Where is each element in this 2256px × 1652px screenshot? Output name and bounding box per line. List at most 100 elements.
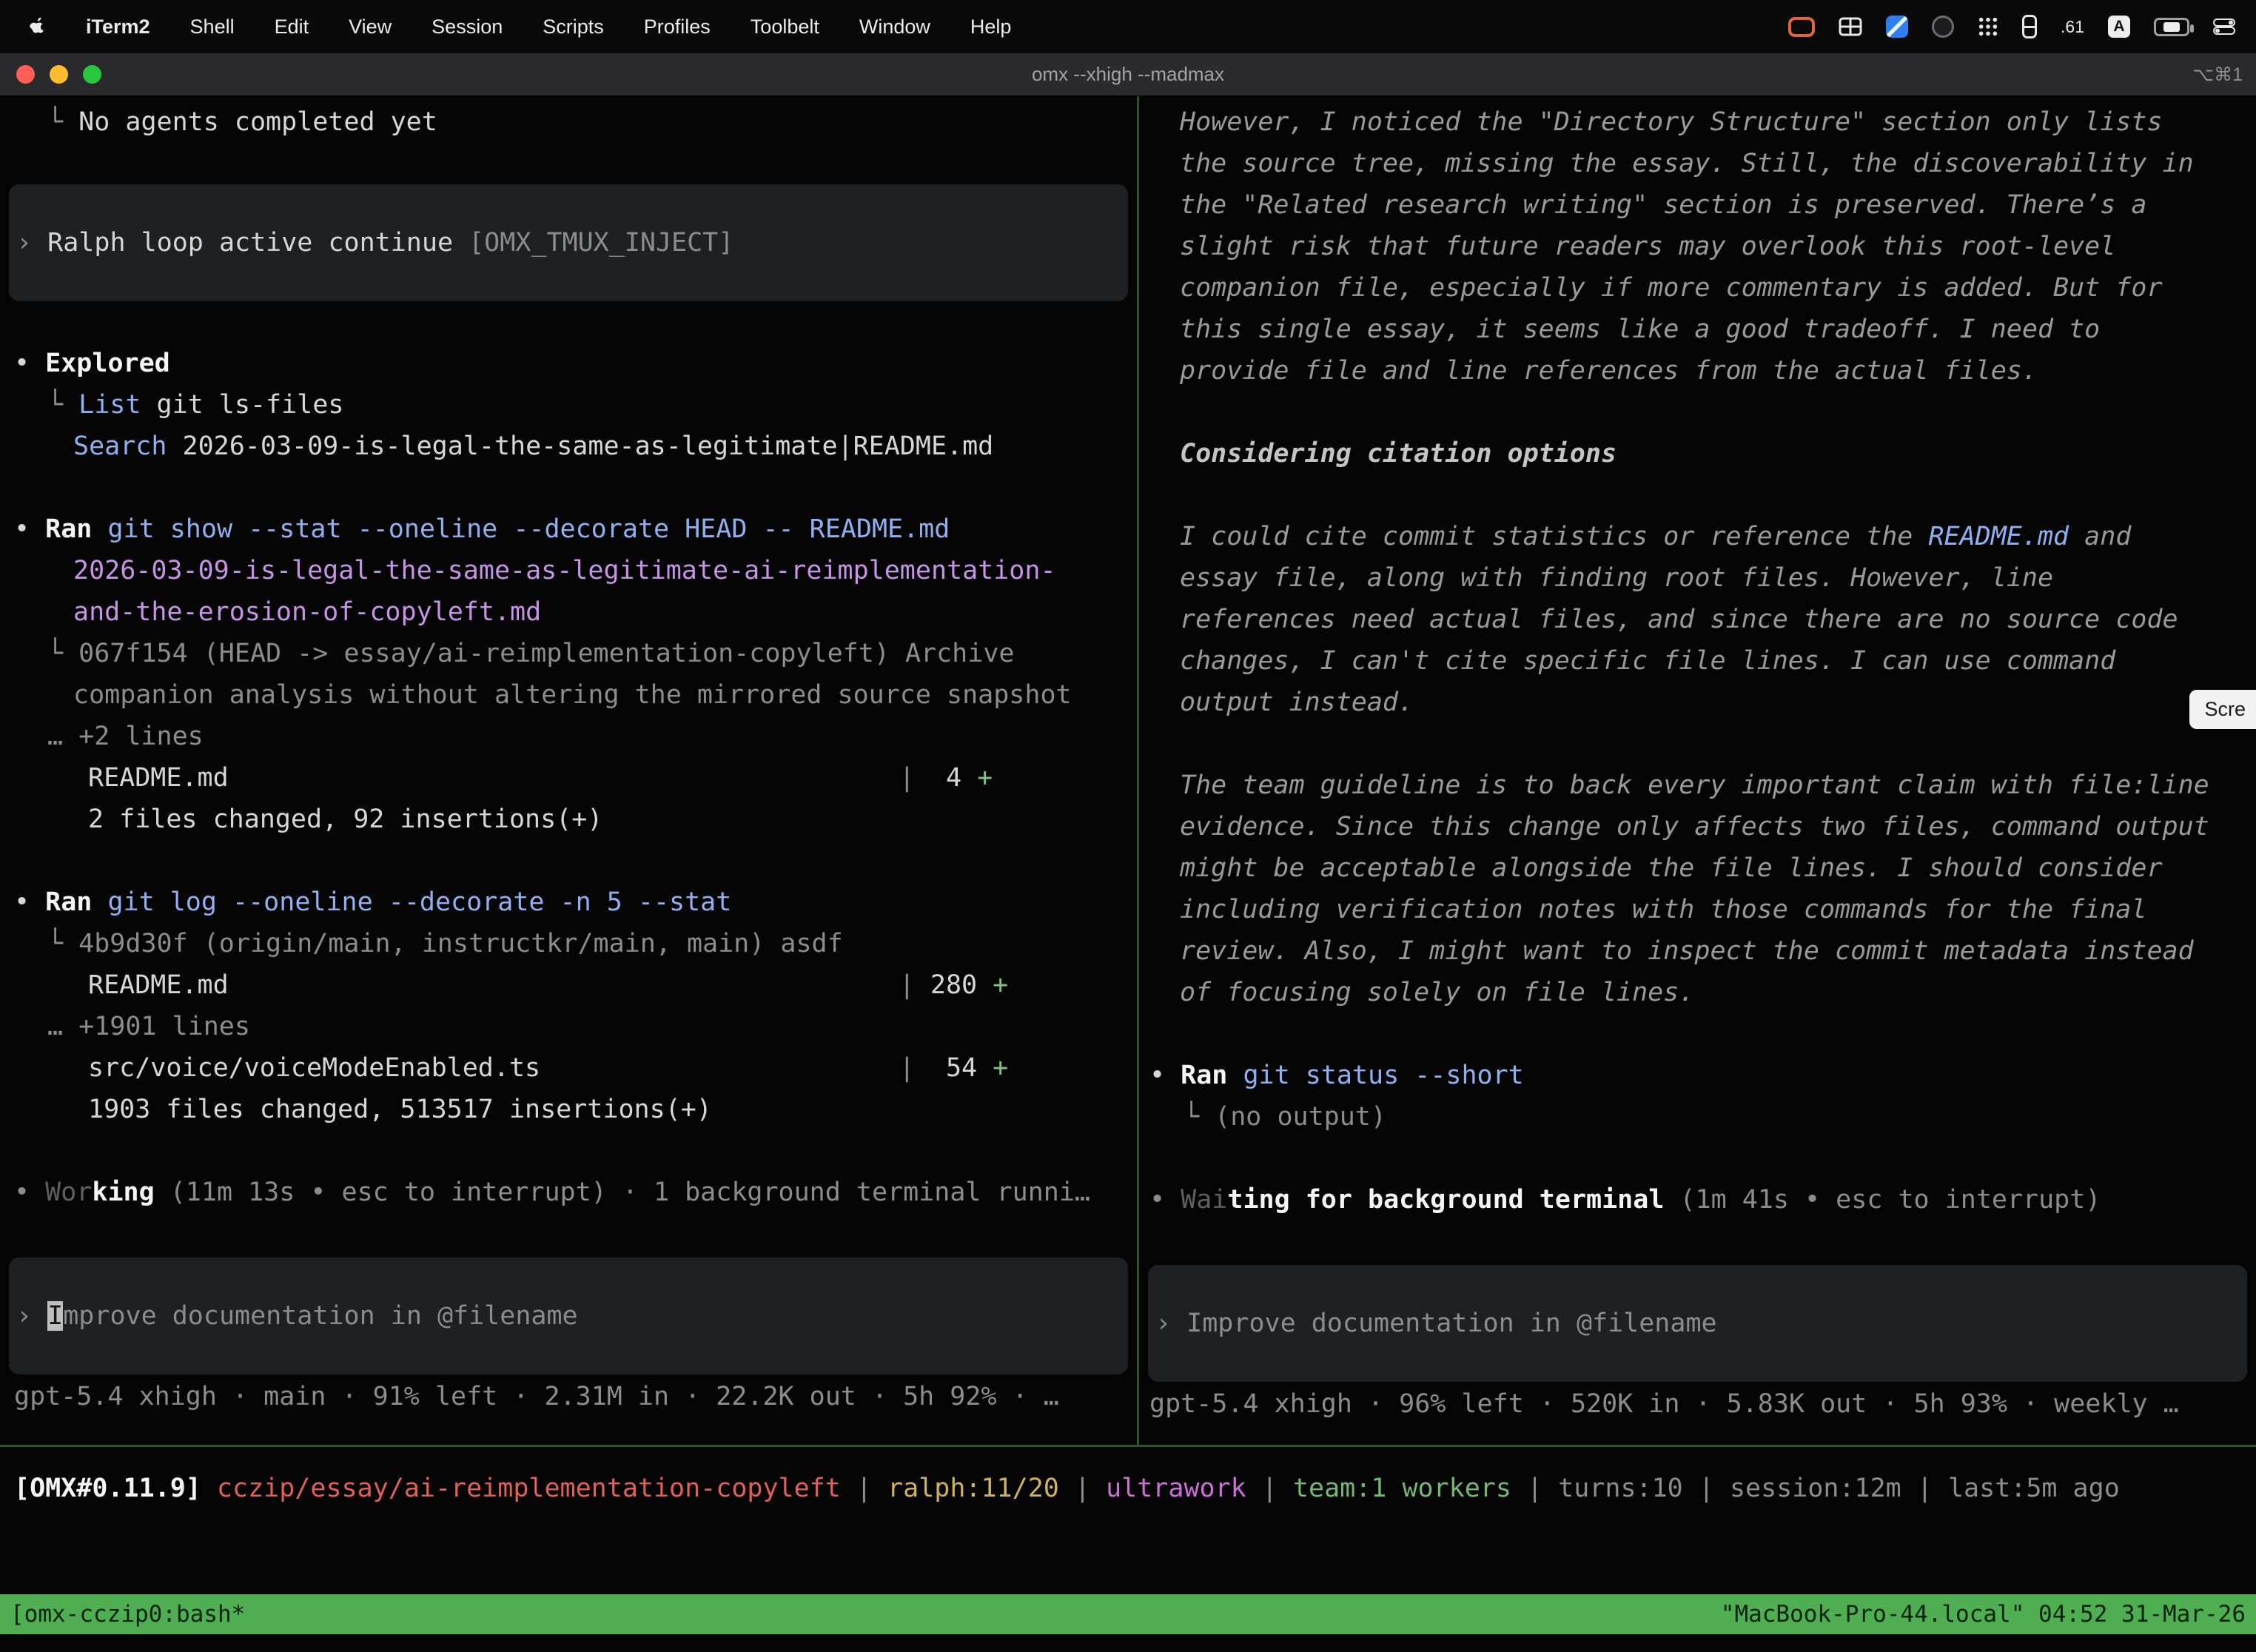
gap	[1139, 1138, 2256, 1179]
text-segment: └	[1184, 1102, 1215, 1132]
text-segment: turns:10	[1558, 1474, 1683, 1503]
text-segment: 2026-03-09-is-legal-the-same-as-legitima…	[73, 556, 1056, 585]
text-segment: (11m 13s • esc to interrupt) · 1 backgro…	[155, 1178, 1090, 1207]
text-segment: src/voice/voiceModeEnabled.ts	[88, 1053, 899, 1083]
menu-bar: iTerm2 Shell Edit View Session Scripts P…	[0, 0, 2256, 53]
menubar-item-shell[interactable]: Shell	[190, 16, 235, 38]
text-segment: … +2 lines	[47, 722, 204, 751]
menubar-item-view[interactable]: View	[349, 16, 392, 38]
text-segment: |	[1901, 1474, 1948, 1503]
text-segment: references need actual files, and since …	[1180, 605, 2178, 634]
terminal-line: essay file, along with finding root file…	[1139, 557, 2256, 599]
omx-status-line: [OMX#0.11.9] cczip/essay/ai-reimplementa…	[0, 1468, 2256, 1509]
text-segment: (no output)	[1215, 1102, 1386, 1132]
text-segment: Ran	[45, 514, 92, 544]
text-segment	[92, 887, 107, 917]
dark-app-icon[interactable]	[1932, 16, 1954, 38]
menubar-item-window[interactable]: Window	[859, 16, 930, 38]
apps-grid-icon[interactable]	[1978, 16, 1998, 37]
text-segment: [OMX_TMUX_INJECT]	[469, 228, 733, 258]
text-segment: +	[993, 1053, 1008, 1083]
menubar-item-profiles[interactable]: Profiles	[644, 16, 711, 38]
text-segment: Explored	[45, 349, 170, 378]
tmux-pane-right[interactable]: However, I noticed the "Directory Struct…	[1139, 96, 2256, 1445]
menubar-item-toolbelt[interactable]: Toolbelt	[751, 16, 819, 38]
window-title: omx --xhigh --madmax	[0, 63, 2256, 86]
text-segment: Ran	[45, 887, 92, 917]
text-segment: 2026-03-09-is-legal-the-same-as-legitima…	[167, 432, 993, 461]
terminal-line: └ 067f154 (HEAD -> essay/ai-reimplementa…	[0, 633, 1137, 674]
text-segment: last:5m ago	[1948, 1474, 2120, 1503]
window-grid-icon[interactable]	[1839, 17, 1862, 36]
window-title-bar[interactable]: omx --xhigh --madmax ⌥⌘1	[0, 53, 2256, 96]
text-segment: Wor	[45, 1178, 92, 1207]
terminal-line: • Explored	[0, 343, 1137, 384]
text-segment: session:12m	[1730, 1474, 1901, 1503]
text-segment: slight risk that future readers may over…	[1180, 232, 2115, 261]
text-segment	[92, 514, 107, 544]
text-segment: provide file and line references from th…	[1180, 356, 2038, 386]
text-segment: cczip/essay/ai-reimplementation-copyleft	[217, 1474, 841, 1503]
terminal-line: companion analysis without altering the …	[0, 674, 1137, 716]
blue-app-icon[interactable]	[1886, 16, 1908, 38]
text-segment: |	[1511, 1474, 1558, 1503]
terminal-line: output instead.	[1139, 682, 2256, 723]
gap	[0, 1213, 1137, 1258]
text-segment: might be acceptable alongside the file l…	[1180, 853, 2163, 883]
text-segment: └	[47, 639, 78, 668]
text-segment: +	[977, 763, 993, 793]
gap	[1139, 392, 2256, 433]
control-center-icon[interactable]	[2213, 19, 2235, 35]
text-segment: |	[1246, 1474, 1293, 1503]
text-segment: |	[899, 1053, 915, 1083]
prompt-input[interactable]: › Improve documentation in @filename	[1148, 1265, 2247, 1382]
text-segment: |	[841, 1474, 887, 1503]
terminal-line: … +1901 lines	[0, 1006, 1137, 1047]
input-source-icon[interactable]: A	[2108, 16, 2130, 38]
text-segment: mprove documentation in @filename	[63, 1301, 577, 1331]
text-segment: The team guideline is to back every impo…	[1180, 770, 2209, 800]
menubar-item-session[interactable]: Session	[432, 16, 503, 38]
terminal-line: • Ran git log --oneline --decorate -n 5 …	[0, 882, 1137, 923]
text-segment: README.md	[88, 763, 899, 793]
screen-recording-icon[interactable]	[1788, 17, 1815, 37]
terminal-line: 2 files changed, 92 insertions(+)	[0, 799, 1137, 840]
text-segment: README.md	[1928, 522, 2069, 551]
waiting-spinner-line: • Waiting for background terminal (1m 41…	[1139, 1179, 2256, 1220]
menubar-item-help[interactable]: Help	[970, 16, 1012, 38]
menubar-item-iterm2[interactable]: iTerm2	[86, 16, 150, 38]
ralph-loop-banner[interactable]: › Ralph loop active continue [OMX_TMUX_I…	[9, 184, 1128, 301]
terminal-line: this single essay, it seems like a good …	[1139, 309, 2256, 350]
text-segment: git log --oneline --decorate -n 5 --stat	[107, 887, 731, 917]
text-segment: Wai	[1181, 1185, 1227, 1215]
terminal-line: the source tree, missing the essay. Stil…	[1139, 143, 2256, 184]
text-segment: └	[47, 929, 78, 958]
menubar-item-edit[interactable]: Edit	[275, 16, 309, 38]
text-segment: Ran	[1181, 1061, 1227, 1090]
text-segment: ›	[16, 228, 47, 258]
text-segment: 2 files changed, 92 insertions(+)	[88, 805, 602, 834]
text-segment: companion file, especially if more comme…	[1180, 273, 2163, 303]
gauge-icon[interactable]: .61	[2061, 17, 2084, 37]
battery-icon[interactable]	[2154, 18, 2189, 36]
text-segment: +	[993, 970, 1008, 1000]
gap	[1139, 1220, 2256, 1265]
text-segment: the source tree, missing the essay. Stil…	[1180, 149, 2194, 178]
screen-share-tooltip[interactable]: Scre	[2189, 690, 2256, 729]
text-segment: └	[47, 390, 78, 420]
text-segment: including verification notes with those …	[1180, 895, 2146, 924]
text-segment: king	[92, 1178, 154, 1207]
apple-menu-icon[interactable]	[30, 17, 46, 36]
menubar-item-scripts[interactable]: Scripts	[543, 16, 604, 38]
window-shortcut-label: ⌥⌘1	[2192, 64, 2243, 86]
text-segment: |	[899, 970, 915, 1000]
terminal-line: review. Also, I might want to inspect th…	[1139, 930, 2256, 972]
tmux-pane-left[interactable]: └ No agents completed yet› Ralph loop ac…	[0, 96, 1137, 1445]
prompt-input[interactable]: › Improve documentation in @filename	[9, 1258, 1128, 1374]
text-segment: └	[47, 107, 78, 137]
keyboard-layout-icon[interactable]	[2022, 15, 2037, 38]
terminal-line: However, I noticed the "Directory Struct…	[1139, 101, 2256, 143]
gap	[0, 301, 1137, 343]
terminal-line: I could cite commit statistics or refere…	[1139, 516, 2256, 557]
text-segment: the "Related research writing" section i…	[1180, 190, 2146, 220]
